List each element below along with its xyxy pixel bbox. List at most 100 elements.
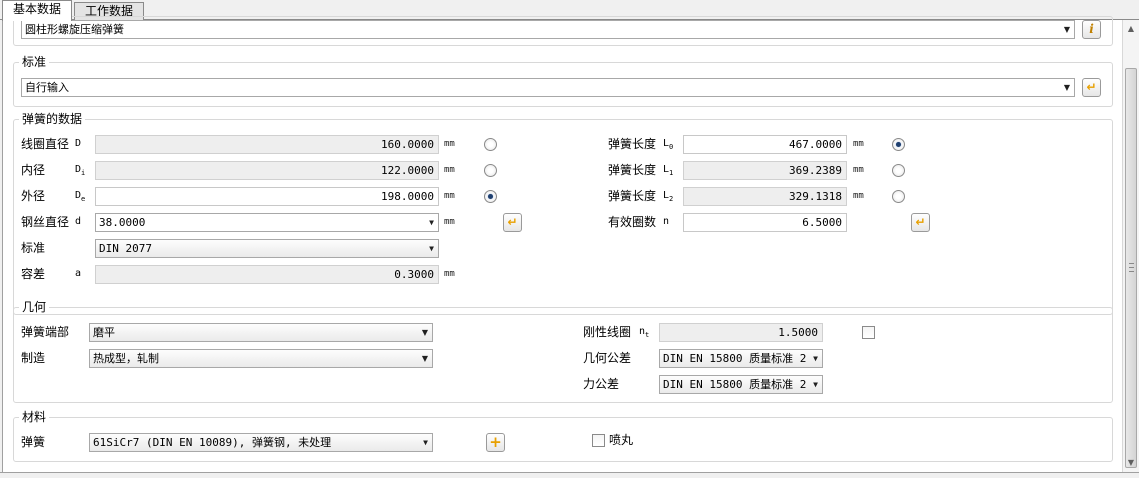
length-l2-unit: mm [853,191,864,201]
inner-diameter-unit: mm [444,165,455,175]
force-tolerance-label: 力公差 [583,377,620,391]
wire-diameter-select[interactable]: 38.0000 ▼ [95,213,439,232]
wire-diameter-apply-button[interactable]: ↵ [503,213,522,232]
info-icon: i [1089,22,1094,36]
inner-diameter-radio[interactable] [484,164,497,177]
length-l0-field[interactable]: 467.0000 [683,135,847,154]
shot-peened-checkbox[interactable] [592,434,605,447]
wire-diameter-value: 38.0000 [99,216,146,229]
outer-diameter-label: 外径 [21,189,46,203]
force-tolerance-select[interactable]: DIN EN 15800 质量标准 2 ▼ [659,375,823,394]
spring-material-value: 61SiCr7 (DIN EN 10089), 弹簧钢, 未处理 [93,436,332,449]
rigid-coils-field[interactable]: 1.5000 [659,323,823,342]
shot-peened-label[interactable]: 喷丸 [609,432,633,448]
outer-diameter-radio[interactable] [484,190,497,203]
length-l1-radio[interactable] [892,164,905,177]
coil-diameter-field[interactable]: 160.0000 [95,135,439,154]
wire-standard-label: 标准 [21,241,46,255]
chevron-down-icon: ▼ [421,354,428,363]
wire-standard-select[interactable]: DIN 2077 ▼ [95,239,439,258]
active-coils-apply-button[interactable]: ↵ [911,213,930,232]
standard-select[interactable]: 自行输入 ▼ [21,78,1075,97]
coil-diameter-symbol: D [75,138,82,149]
manufacturing-select[interactable]: 热成型，轧制 ▼ [89,349,433,368]
manufacturing-value: 热成型，轧制 [93,352,159,365]
standard-value: 自行输入 [25,81,69,94]
rigid-coils-checkbox[interactable] [862,326,875,339]
chevron-down-icon: ▼ [429,244,434,253]
chevron-down-icon: ▼ [813,380,818,389]
spring-data-group-title: 弹簧的数据 [19,112,86,126]
tolerance-symbol: a [75,268,82,279]
enter-arrow-icon: ↵ [507,215,518,229]
length-l1-unit: mm [853,165,864,175]
outer-diameter-field[interactable]: 198.0000 [95,187,439,206]
spring-end-value: 磨平 [93,326,115,339]
geometric-tolerance-value: DIN EN 15800 质量标准 2 [663,352,807,365]
chevron-down-icon: ▼ [1063,83,1070,92]
add-material-button[interactable]: + [486,433,505,452]
wire-diameter-label: 钢丝直径 [21,215,70,229]
scroll-up-icon[interactable]: ▲ [1126,24,1136,34]
chevron-down-icon: ▼ [429,218,434,227]
spring-type-select[interactable]: 圆柱形螺旋压缩弹簧 ▼ [21,20,1075,39]
geometric-tolerance-select[interactable]: DIN EN 15800 质量标准 2 ▼ [659,349,823,368]
outer-diameter-unit: mm [444,191,455,201]
standard-apply-button[interactable]: ↵ [1082,78,1101,97]
standard-group-title: 标准 [19,55,50,69]
coil-diameter-unit: mm [444,139,455,149]
spring-end-label: 弹簧端部 [21,325,70,339]
vertical-scrollbar[interactable]: ▲ ▼ [1122,20,1139,472]
material-group-title: 材料 [19,410,50,424]
length-l2-radio[interactable] [892,190,905,203]
tab-basic-data[interactable]: 基本数据 [2,0,73,21]
bottom-border [0,472,1139,478]
spring-material-select[interactable]: 61SiCr7 (DIN EN 10089), 弹簧钢, 未处理 ▼ [89,433,433,452]
force-tolerance-value: DIN EN 15800 质量标准 2 [663,378,807,391]
tolerance-label: 容差 [21,267,46,281]
info-button[interactable]: i [1082,20,1101,39]
wire-standard-value: DIN 2077 [99,242,152,255]
length-l1-symbol: L1 [663,164,674,177]
coil-diameter-radio[interactable] [484,138,497,151]
length-l2-label: 弹簧长度 [608,189,657,203]
length-l0-unit: mm [853,139,864,149]
spring-end-select[interactable]: 磨平 ▼ [89,323,433,342]
grip-icon [1129,263,1134,272]
plus-icon: + [489,433,502,451]
outer-diameter-symbol: De [75,190,86,203]
geometry-group-title: 几何 [19,300,50,314]
inner-diameter-symbol: Di [75,164,86,177]
main-panel: 圆柱形螺旋压缩弹簧 ▼ i 标准 自行输入 ▼ ↵ 弹簧的数据 线圈直径 D 1… [2,16,1122,472]
manufacturing-label: 制造 [21,351,46,365]
scroll-down-icon[interactable]: ▼ [1126,458,1136,468]
wire-diameter-symbol: d [75,216,82,227]
length-l1-field[interactable]: 369.2389 [683,161,847,180]
tolerance-unit: mm [444,269,455,279]
active-coils-symbol: n [663,216,670,227]
rigid-coils-label: 刚性线圈 [583,325,632,339]
length-l0-label: 弹簧长度 [608,137,657,151]
inner-diameter-field[interactable]: 122.0000 [95,161,439,180]
coil-diameter-label: 线圈直径 [21,137,70,151]
rigid-coils-symbol: nt [639,326,650,339]
geometric-tolerance-label: 几何公差 [583,351,632,365]
tolerance-field[interactable]: 0.3000 [95,265,439,284]
chevron-down-icon: ▼ [421,328,428,337]
active-coils-field[interactable]: 6.5000 [683,213,847,232]
chevron-down-icon: ▼ [813,354,818,363]
length-l2-symbol: L2 [663,190,674,203]
length-l0-radio[interactable] [892,138,905,151]
length-l2-field[interactable]: 329.1318 [683,187,847,206]
scrollbar-thumb[interactable] [1125,68,1137,468]
active-coils-label: 有效圈数 [608,215,657,229]
inner-diameter-label: 内径 [21,163,46,177]
length-l1-label: 弹簧长度 [608,163,657,177]
chevron-down-icon: ▼ [423,438,428,447]
wire-diameter-unit: mm [444,217,455,227]
enter-arrow-icon: ↵ [1086,80,1097,94]
length-l0-symbol: L0 [663,138,674,151]
enter-arrow-icon: ↵ [915,215,926,229]
spring-type-value: 圆柱形螺旋压缩弹簧 [25,23,124,36]
chevron-down-icon: ▼ [1063,25,1070,34]
